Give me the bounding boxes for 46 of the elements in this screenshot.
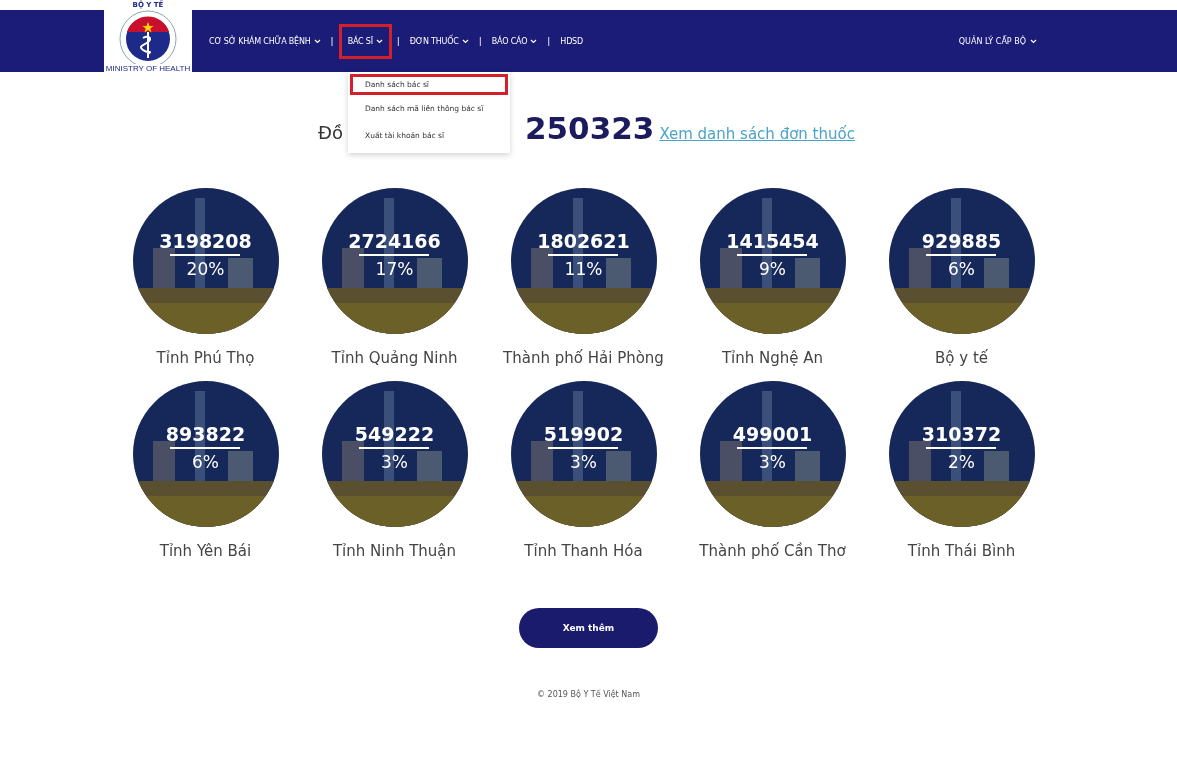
stat-percent: 6% (192, 451, 219, 472)
stat-percent: 11% (564, 258, 603, 279)
logo-text: MINISTRY OF HEALTH (104, 64, 192, 73)
province-name: Tỉnh Quảng Ninh (331, 349, 458, 367)
stat-count: 929885 (921, 229, 1002, 252)
province-name: Tỉnh Ninh Thuận (332, 542, 457, 560)
stat-percent: 17% (375, 258, 414, 279)
stat-count: 1802621 (537, 229, 630, 252)
prescription-count: 250323 (524, 110, 655, 146)
stat-percent: 6% (948, 258, 975, 279)
heading-text: Đồ (318, 122, 343, 143)
separator-text: | (547, 36, 551, 46)
stat-count: 1415454 (726, 229, 819, 252)
copyright-text: © 2019 Bộ Y Tế Việt Nam (537, 690, 640, 699)
stat-count: 893822 (165, 422, 246, 445)
stat-count: 519902 (543, 422, 624, 445)
province-name: Tỉnh Thái Bình (907, 542, 1016, 560)
stat-count: 499001 (732, 422, 813, 445)
province-name: Tỉnh Yên Bái (159, 542, 252, 560)
province-name: Tỉnh Nghệ An (721, 349, 824, 367)
stat-count: 2724166 (348, 229, 441, 252)
stat-percent: 20% (186, 258, 225, 279)
separator-text: | (330, 36, 334, 46)
user-menu[interactable]: QUẢN LÝ CẤP BỘ (958, 36, 1037, 46)
province-name: Tỉnh Thanh Hóa (524, 542, 643, 560)
nav-menu-item[interactable]: CƠ SỞ KHÁM CHỮA BỆNH (204, 29, 326, 53)
stat-percent: 3% (759, 451, 786, 472)
nav-menu-item[interactable]: BÁO CÁO (486, 29, 543, 53)
nav-menu-item[interactable]: ĐƠN THUỐC (404, 29, 474, 53)
province-name: Tỉnh Phú Thọ (156, 349, 255, 367)
see-more-button[interactable]: Xem thêm (519, 608, 658, 648)
stat-percent: 3% (570, 451, 597, 472)
stat-percent: 9% (759, 258, 786, 279)
stat-count: 3198208 (159, 229, 252, 252)
province-name: Thành phố Hải Phòng (503, 349, 664, 367)
province-name: Thành phố Cần Thơ (699, 542, 846, 560)
nav-menu-item[interactable]: HDSD (555, 29, 588, 53)
stat-percent: 3% (381, 451, 408, 472)
chevron-down-icon (1030, 38, 1037, 44)
stat-percent: 2% (948, 451, 975, 472)
stat-count: 549222 (354, 422, 435, 445)
separator-text: | (478, 36, 482, 46)
province-name: Bộ y tế (935, 349, 988, 367)
nav-menu-item[interactable]: BÁC SĨ (338, 23, 392, 59)
stat-count: 310372 (921, 422, 1002, 445)
separator-text: | (396, 36, 400, 46)
